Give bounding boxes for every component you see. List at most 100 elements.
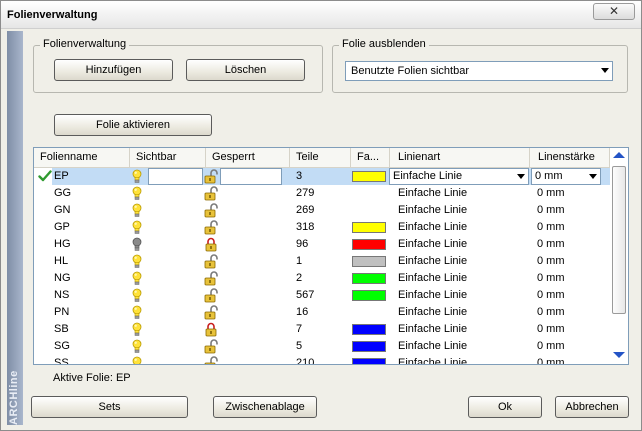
table-row[interactable]: SB 7 Einfache Linie 0 mm: [34, 321, 610, 338]
layer-linewidth: 0 mm: [537, 272, 565, 284]
table-row[interactable]: SG 5 Einfache Linie 0 mm: [34, 338, 610, 355]
lock-open-icon[interactable]: [204, 305, 218, 320]
scroll-up-icon[interactable]: [613, 152, 625, 158]
sets-button[interactable]: Sets: [31, 396, 188, 418]
layer-parts-count: 7: [296, 323, 303, 335]
layer-linewidth: 0 mm: [537, 255, 565, 267]
lock-open-icon[interactable]: [204, 203, 218, 218]
lock-open-icon[interactable]: [204, 186, 218, 201]
linewidth-select[interactable]: 0 mm: [531, 168, 601, 185]
layer-color-swatch[interactable]: [352, 273, 386, 284]
locked-cell-frame: [220, 168, 282, 185]
layer-color-swatch[interactable]: [352, 256, 386, 267]
col-header-color[interactable]: Fa...: [351, 148, 390, 168]
lightbulb-on-icon[interactable]: [132, 356, 142, 365]
layer-linewidth: 0 mm: [537, 306, 565, 318]
lightbulb-on-icon[interactable]: [132, 322, 142, 337]
col-header-linetype[interactable]: Linienart: [390, 148, 530, 168]
table-row[interactable]: NS 567 Einfache Linie 0 mm: [34, 287, 610, 304]
layer-name: HL: [54, 255, 69, 267]
lock-closed-icon[interactable]: [204, 322, 218, 337]
layer-linetype: Einfache Linie: [398, 340, 468, 352]
layer-name: PN: [54, 306, 70, 318]
layer-linewidth: 0 mm: [537, 221, 565, 233]
vertical-scrollbar[interactable]: [610, 148, 628, 364]
layer-linetype: Einfache Linie: [398, 204, 468, 216]
lightbulb-off-icon[interactable]: [132, 237, 142, 252]
layer-linetype: Einfache Linie: [398, 221, 468, 233]
table-row[interactable]: GG 279 Einfache Linie 0 mm: [34, 185, 610, 202]
lightbulb-on-icon[interactable]: [132, 305, 142, 320]
title-bar: Folienverwaltung ✕: [1, 1, 641, 29]
add-layer-button[interactable]: Hinzufügen: [54, 59, 173, 81]
hide-layer-legend: Folie ausblenden: [339, 38, 429, 50]
lightbulb-on-icon[interactable]: [132, 254, 142, 269]
lightbulb-on-icon[interactable]: [132, 271, 142, 286]
scroll-thumb[interactable]: [612, 166, 626, 314]
lightbulb-on-icon[interactable]: [132, 288, 142, 303]
table-row[interactable]: HL 1 Einfache Linie 0 mm: [34, 253, 610, 270]
lightbulb-on-icon[interactable]: [132, 339, 142, 354]
layer-color-swatch[interactable]: [352, 290, 386, 301]
lock-open-icon[interactable]: [204, 356, 218, 365]
layer-linewidth: 0 mm: [537, 187, 565, 199]
layer-color-swatch[interactable]: [352, 222, 386, 233]
layer-table[interactable]: Folienname Sichtbar Gesperrt Teile Fa...…: [33, 147, 629, 365]
table-row[interactable]: HG 96 Einfache Linie 0 mm: [34, 236, 610, 253]
layer-parts-count: 5: [296, 340, 303, 352]
close-button[interactable]: ✕: [593, 3, 635, 20]
col-header-parts[interactable]: Teile: [290, 148, 351, 168]
cancel-button[interactable]: Abbrechen: [555, 396, 629, 418]
table-row[interactable]: GP 318 Einfache Linie 0 mm: [34, 219, 610, 236]
hide-layer-select[interactable]: Benutzte Folien sichtbar: [345, 61, 613, 81]
layer-color-swatch[interactable]: [352, 171, 386, 182]
layer-parts-count: 3: [296, 170, 303, 182]
brand-label: ARCHline: [8, 370, 20, 425]
linetype-select[interactable]: Einfache Linie: [389, 168, 529, 185]
lock-open-icon[interactable]: [204, 288, 218, 303]
lightbulb-on-icon[interactable]: [132, 169, 142, 184]
lock-closed-icon[interactable]: [204, 237, 218, 252]
table-row[interactable]: EP 3 Einfache Linie 0 mm: [34, 168, 610, 185]
layer-parts-count: 2: [296, 272, 303, 284]
lock-open-icon[interactable]: [204, 169, 218, 184]
delete-layer-button[interactable]: Löschen: [186, 59, 305, 81]
layer-management-legend: Folienverwaltung: [40, 38, 130, 50]
layer-linewidth: 0 mm: [537, 340, 565, 352]
lightbulb-on-icon[interactable]: [132, 186, 142, 201]
active-layer-label: Aktive Folie: EP: [53, 372, 131, 384]
clipboard-button[interactable]: Zwischenablage: [213, 396, 317, 418]
layer-color-swatch[interactable]: [352, 341, 386, 352]
col-header-locked[interactable]: Gesperrt: [206, 148, 290, 168]
table-row[interactable]: PN 16 Einfache Linie 0 mm: [34, 304, 610, 321]
col-header-name[interactable]: Folienname: [34, 148, 130, 168]
activate-layer-button[interactable]: Folie aktivieren: [54, 114, 212, 136]
lightbulb-on-icon[interactable]: [132, 203, 142, 218]
scroll-down-icon[interactable]: [613, 352, 625, 358]
lightbulb-on-icon[interactable]: [132, 220, 142, 235]
table-body: EP 3 Einfache Linie 0 mm GG 279 Einfache Linie…: [34, 168, 610, 365]
layer-color-swatch[interactable]: [352, 358, 386, 364]
layer-linetype: Einfache Linie: [398, 357, 468, 365]
lock-open-icon[interactable]: [204, 339, 218, 354]
table-row[interactable]: SS 210 Einfache Linie 0 mm: [34, 355, 610, 365]
layer-color-swatch[interactable]: [352, 324, 386, 335]
col-header-linewidth[interactable]: Linenstärke: [530, 148, 610, 168]
brand-strip: [7, 31, 23, 425]
lock-open-icon[interactable]: [204, 254, 218, 269]
layer-name: EP: [54, 170, 69, 182]
layer-linewidth: 0 mm: [537, 238, 565, 250]
table-row[interactable]: NG 2 Einfache Linie 0 mm: [34, 270, 610, 287]
layer-manager-dialog: Folienverwaltung ✕ ARCHline Folienverwal…: [0, 0, 642, 431]
layer-parts-count: 269: [296, 204, 315, 216]
ok-button[interactable]: Ok: [468, 396, 542, 418]
table-row[interactable]: GN 269 Einfache Linie 0 mm: [34, 202, 610, 219]
layer-parts-count: 1: [296, 255, 303, 267]
close-icon: ✕: [608, 4, 620, 18]
col-header-visible[interactable]: Sichtbar: [130, 148, 206, 168]
lock-open-icon[interactable]: [204, 271, 218, 286]
layer-parts-count: 567: [296, 289, 315, 301]
layer-linetype: Einfache Linie: [398, 272, 468, 284]
layer-color-swatch[interactable]: [352, 239, 386, 250]
lock-open-icon[interactable]: [204, 220, 218, 235]
